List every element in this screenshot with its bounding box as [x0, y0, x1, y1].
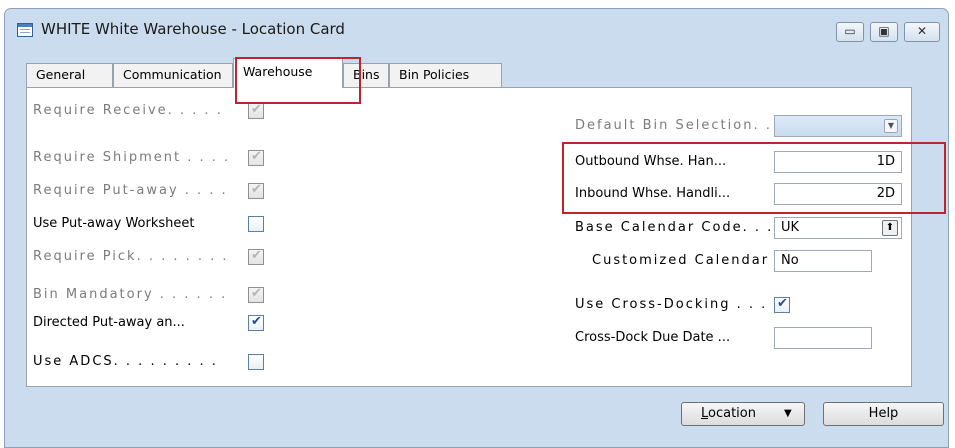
- field-label: Default Bin Selection. . .: [575, 118, 785, 133]
- maximize-button[interactable]: ▣: [870, 22, 898, 42]
- checkmark-icon: ✔: [251, 149, 262, 164]
- use-adcs-checkbox[interactable]: [248, 354, 264, 370]
- tab-label: General: [36, 67, 86, 82]
- minimize-button[interactable]: ▭: [836, 22, 864, 42]
- tab-communication[interactable]: Communication: [113, 63, 233, 87]
- inbound-whse-handling-field[interactable]: 2D: [774, 183, 902, 205]
- chevron-down-icon: ▼: [784, 408, 792, 419]
- tab-bins[interactable]: Bins: [343, 63, 389, 87]
- field-label: Cross-Dock Due Date ...: [575, 330, 731, 345]
- default-bin-selection-row: Default Bin Selection. . . ▼: [575, 115, 905, 137]
- customized-calendar-row: Customized Calendar . No: [592, 250, 905, 272]
- title-bar[interactable]: WHITE White Warehouse - Location Card ▭ …: [5, 9, 948, 51]
- checkmark-icon: ✔: [777, 296, 788, 311]
- default-bin-selection-dropdown[interactable]: ▼: [774, 115, 902, 137]
- require-put-away-row: Require Put-away . . . . ✔: [33, 180, 273, 202]
- maximize-icon: ▣: [878, 24, 890, 38]
- checkmark-icon: ✔: [251, 102, 262, 117]
- field-label: Require Put-away . . . .: [33, 183, 228, 198]
- field-label: Use ADCS. . . . . . . . .: [33, 354, 218, 369]
- tab-label: Communication: [123, 67, 222, 82]
- outbound-whse-handling-field[interactable]: 1D: [774, 151, 902, 173]
- warehouse-tab-panel: Require Receive. . . . . ✔ Require Shipm…: [26, 87, 912, 387]
- help-button-label: Help: [868, 406, 899, 421]
- field-label: Directed Put-away an...: [33, 315, 185, 330]
- lookup-arrow-icon[interactable]: ⬆: [882, 220, 898, 236]
- require-pick-row: Require Pick. . . . . . . . ✔: [33, 246, 273, 268]
- use-put-away-worksheet-checkbox[interactable]: [248, 216, 264, 232]
- outbound-whse-handling-row: Outbound Whse. Han... 1D: [575, 151, 905, 173]
- help-button[interactable]: Help: [823, 402, 944, 426]
- cross-dock-due-date-row: Cross-Dock Due Date ...: [575, 327, 905, 349]
- bin-mandatory-checkbox: ✔: [248, 286, 264, 303]
- tab-label: Bin Policies: [399, 67, 470, 82]
- require-receive-checkbox: ✔: [248, 102, 264, 119]
- tab-general[interactable]: General: [26, 63, 113, 87]
- chevron-down-icon: ▼: [884, 119, 898, 133]
- base-calendar-code-value: UK: [781, 220, 800, 235]
- use-cross-docking-checkbox[interactable]: ✔: [774, 296, 790, 313]
- require-put-away-checkbox: ✔: [248, 182, 264, 199]
- require-pick-checkbox: ✔: [248, 248, 264, 265]
- field-label: Require Receive. . . . .: [33, 103, 223, 118]
- require-shipment-checkbox: ✔: [248, 149, 264, 166]
- field-label: Require Shipment . . . .: [33, 150, 231, 165]
- checkmark-icon: ✔: [251, 314, 262, 329]
- require-shipment-row: Require Shipment . . . . ✔: [33, 147, 273, 169]
- use-adcs-row: Use ADCS. . . . . . . . .: [33, 351, 273, 373]
- tab-bin-policies[interactable]: Bin Policies: [389, 63, 502, 87]
- field-label: Inbound Whse. Handli...: [575, 186, 731, 201]
- minimize-icon: ▭: [844, 24, 856, 38]
- window-title: WHITE White Warehouse - Location Card: [41, 20, 345, 38]
- require-receive-row: Require Receive. . . . . ✔: [33, 100, 273, 122]
- use-cross-docking-row: Use Cross-Docking . . . ✔: [575, 294, 905, 316]
- field-label: Base Calendar Code. . .: [575, 220, 774, 235]
- location-menu-button[interactable]: Location ▼: [681, 402, 805, 426]
- bin-mandatory-row: Bin Mandatory . . . . . . ✔: [33, 284, 273, 306]
- tab-warehouse[interactable]: Warehouse: [233, 58, 343, 88]
- checkmark-icon: ✔: [251, 182, 262, 197]
- close-icon: ✕: [916, 24, 928, 38]
- directed-put-away-row: Directed Put-away an... ✔: [33, 312, 273, 334]
- cross-dock-due-date-field[interactable]: [774, 327, 872, 349]
- base-calendar-code-field[interactable]: UK ⬆: [774, 217, 902, 239]
- field-label: Use Cross-Docking . . .: [575, 297, 768, 312]
- field-label: Customized Calendar .: [592, 253, 782, 268]
- location-button-label: Location: [701, 406, 756, 421]
- field-label: Bin Mandatory . . . . . .: [33, 287, 228, 302]
- field-label: Outbound Whse. Han...: [575, 154, 727, 169]
- tab-label: Bins: [353, 67, 380, 82]
- use-put-away-worksheet-row: Use Put-away Worksheet: [33, 213, 273, 235]
- tab-label: Warehouse: [243, 64, 313, 79]
- close-button[interactable]: ✕: [904, 22, 940, 42]
- inbound-whse-handling-row: Inbound Whse. Handli... 2D: [575, 183, 905, 205]
- directed-put-away-checkbox[interactable]: ✔: [248, 314, 264, 331]
- field-label: Require Pick. . . . . . . .: [33, 249, 229, 264]
- form-icon: [17, 23, 33, 37]
- checkmark-icon: ✔: [251, 286, 262, 301]
- field-label: Use Put-away Worksheet: [33, 216, 195, 231]
- base-calendar-code-row: Base Calendar Code. . . UK ⬆: [575, 217, 905, 239]
- customized-calendar-field[interactable]: No: [774, 250, 872, 272]
- checkmark-icon: ✔: [251, 248, 262, 263]
